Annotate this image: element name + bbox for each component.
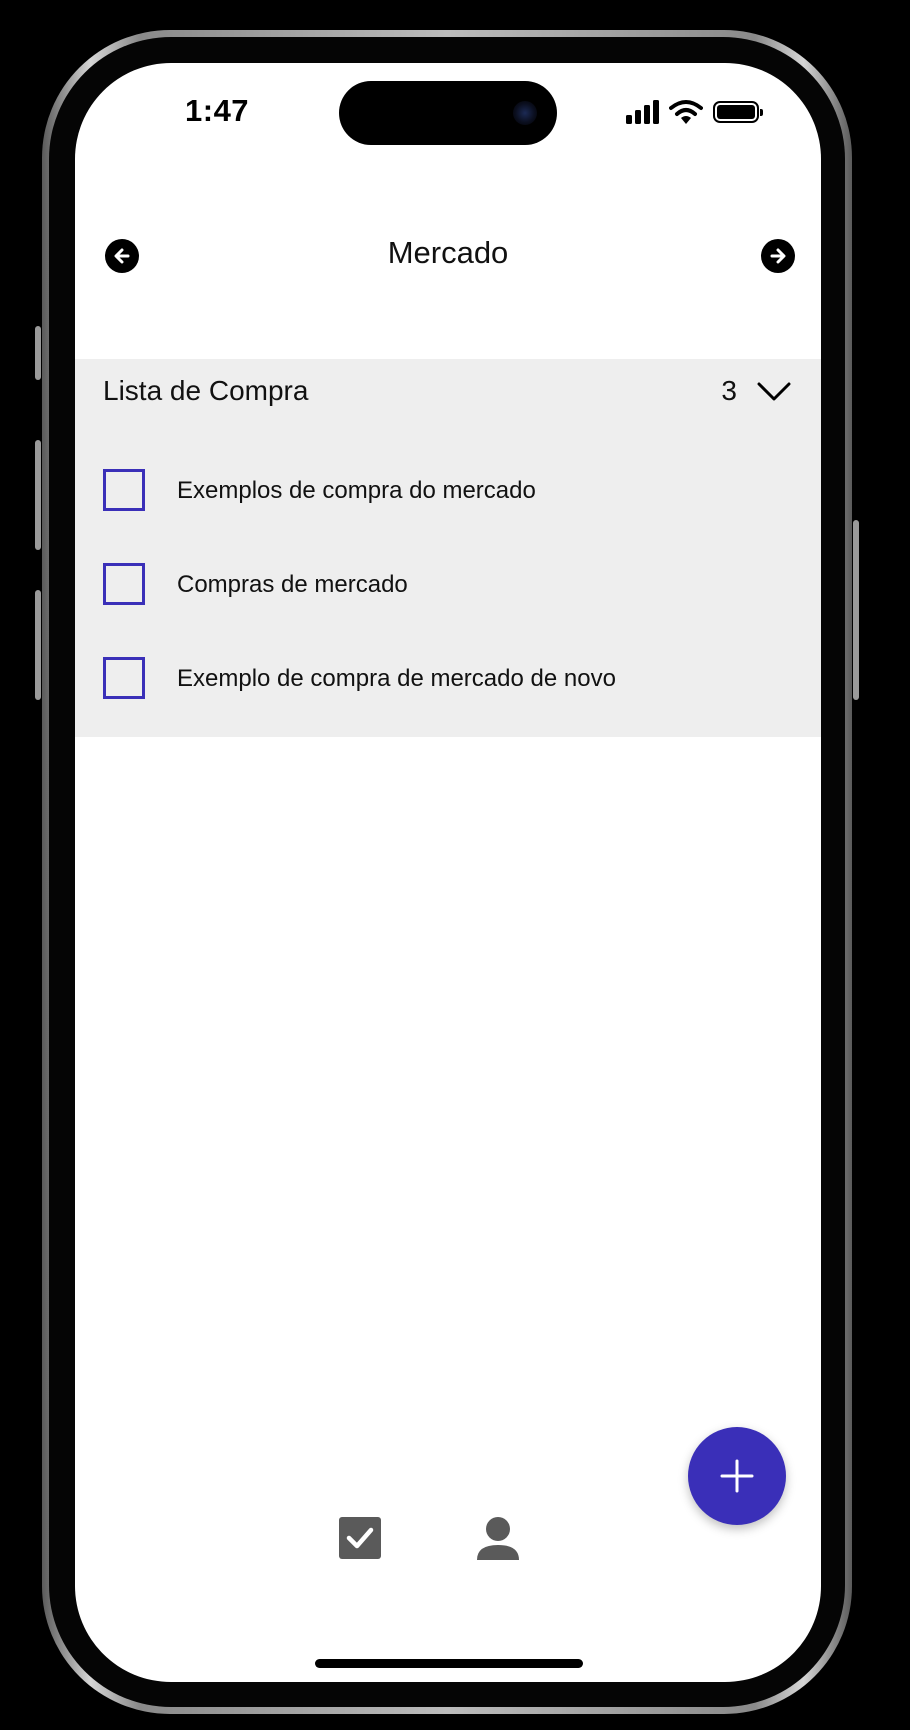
shopping-list-section: Lista de Compra 3 Exemplos de compra do … — [75, 359, 821, 737]
add-item-button[interactable] — [688, 1427, 786, 1525]
bottom-nav — [75, 1513, 821, 1573]
item-checkbox[interactable] — [103, 469, 145, 511]
home-indicator — [315, 1659, 583, 1668]
forward-button[interactable] — [761, 239, 795, 273]
arrow-right-circle-icon — [770, 248, 786, 264]
list-title: Lista de Compra — [103, 375, 309, 406]
wifi-icon — [669, 100, 703, 124]
item-label: Exemplo de compra de mercado de novo — [177, 665, 616, 692]
volume-down-button — [35, 590, 41, 700]
tab-profile[interactable] — [473, 1513, 523, 1563]
tab-tasks[interactable] — [335, 1513, 385, 1563]
plus-icon — [720, 1459, 754, 1493]
status-time: 1:47 — [185, 93, 250, 128]
dynamic-island — [339, 81, 557, 145]
status-icons — [626, 99, 763, 125]
list-item: Compras de mercado — [75, 563, 821, 657]
list-count: 3 — [721, 375, 737, 406]
chevron-down-icon — [757, 382, 791, 401]
page-title: Mercado — [387, 235, 509, 270]
list-item: Exemplo de compra de mercado de novo — [75, 657, 821, 751]
power-button — [853, 520, 859, 700]
device-stage: 1:47 Mercado Lista de Compra 3 Exemplos … — [0, 0, 910, 1730]
item-label: Compras de mercado — [177, 571, 408, 598]
list-header-toggle[interactable]: Lista de Compra 3 — [75, 359, 821, 427]
item-checkbox[interactable] — [103, 563, 145, 605]
item-checkbox[interactable] — [103, 657, 145, 699]
user-icon — [477, 1517, 519, 1560]
volume-up-button — [35, 440, 41, 550]
battery-icon — [713, 101, 763, 123]
signal-icon — [626, 100, 659, 124]
front-camera — [513, 101, 537, 125]
app-header: Mercado — [75, 223, 821, 287]
item-label: Exemplos de compra do mercado — [177, 477, 536, 504]
checkbox-checked-icon — [339, 1517, 381, 1559]
list-item: Exemplos de compra do mercado — [75, 469, 821, 563]
list-items: Exemplos de compra do mercado Compras de… — [75, 469, 821, 751]
app-screen: 1:47 Mercado Lista de Compra 3 Exemplos … — [75, 63, 821, 1682]
action-button — [35, 326, 41, 380]
